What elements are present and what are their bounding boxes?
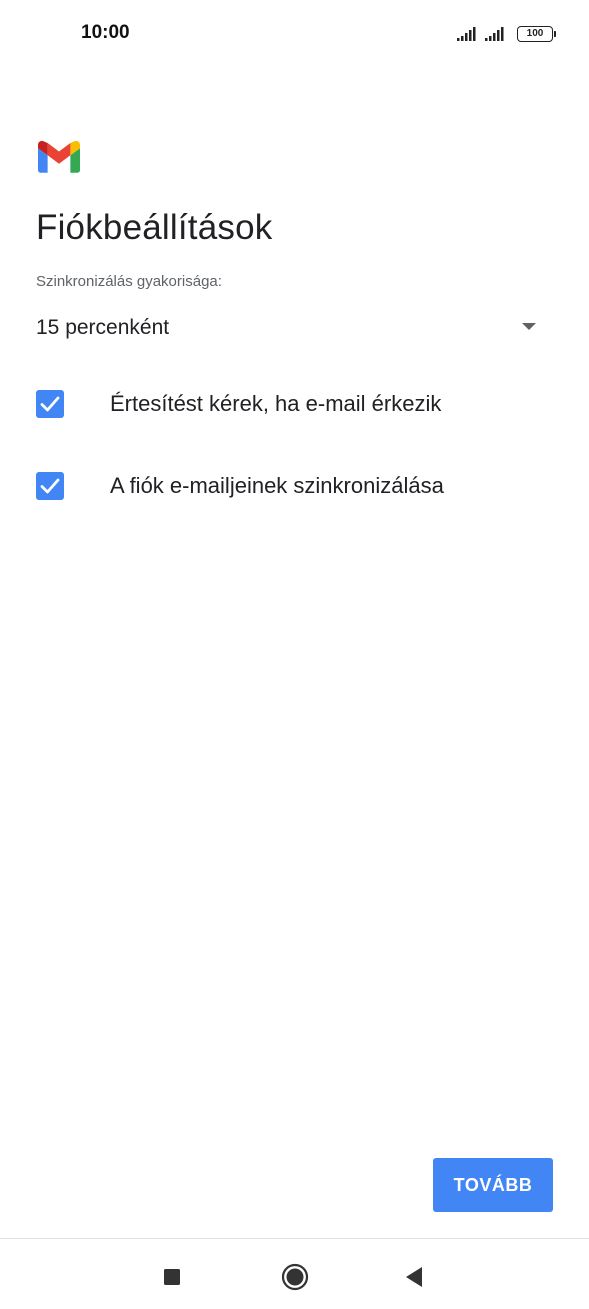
navigation-bar	[0, 1239, 589, 1309]
notify-option[interactable]: Értesítést kérek, ha e-mail érkezik	[36, 382, 556, 426]
gmail-icon	[38, 140, 80, 173]
home-button[interactable]	[277, 1259, 313, 1295]
sync-option[interactable]: A fiók e-mailjeinek szinkronizálása	[36, 464, 556, 508]
checkmark-icon	[40, 478, 60, 494]
sync-checkbox[interactable]	[36, 472, 64, 500]
signal-icon	[485, 27, 504, 41]
checkmark-icon	[40, 396, 60, 412]
back-icon	[406, 1267, 422, 1287]
next-button[interactable]: TOVÁBB	[433, 1158, 553, 1212]
dropdown-arrow-icon	[522, 323, 536, 330]
screen: 10:00 100 Fiókbeállítások Szinkronizálás…	[0, 0, 589, 1309]
signal-icon	[457, 27, 476, 41]
status-icons: 100	[457, 24, 556, 44]
notify-checkbox[interactable]	[36, 390, 64, 418]
sync-frequency-value: 15 percenként	[36, 316, 170, 339]
page-title: Fiókbeállítások	[36, 208, 273, 247]
status-bar: 10:00 100	[0, 0, 589, 70]
battery-level: 100	[526, 28, 544, 39]
sync-frequency-label: Szinkronizálás gyakorisága:	[36, 273, 222, 290]
status-time: 10:00	[81, 22, 130, 43]
home-icon	[281, 1263, 309, 1291]
notify-label: Értesítést kérek, ha e-mail érkezik	[110, 391, 442, 416]
sync-frequency-select[interactable]: 15 percenként	[36, 306, 546, 350]
recent-apps-button[interactable]	[154, 1259, 190, 1295]
battery-icon: 100	[517, 26, 556, 42]
sync-label: A fiók e-mailjeinek szinkronizálása	[110, 473, 444, 498]
recent-apps-icon	[164, 1269, 180, 1285]
back-button[interactable]	[396, 1259, 432, 1295]
